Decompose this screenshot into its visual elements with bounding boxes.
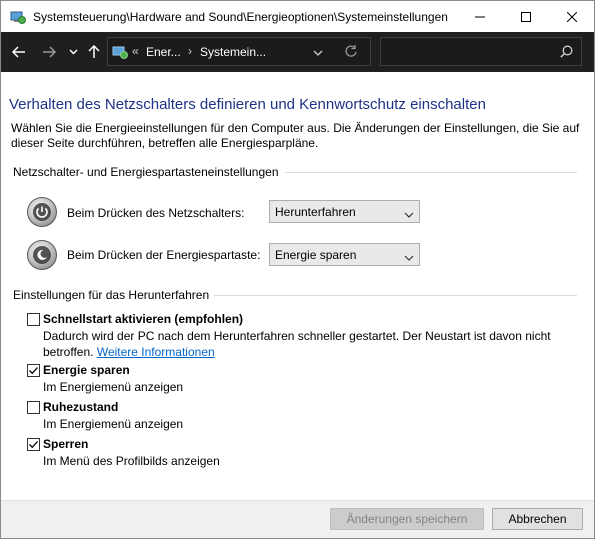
sleep-button-label: Beim Drücken der Energiespartaste: <box>67 248 261 262</box>
search-input[interactable] <box>380 37 582 66</box>
recent-locations-button[interactable] <box>66 40 80 64</box>
back-button[interactable] <box>8 40 30 64</box>
page-description: Wählen Sie die Energieeinstellungen für … <box>11 121 580 150</box>
save-changes-button[interactable]: Änderungen speichern <box>330 508 484 530</box>
window-title: Systemsteuerung\Hardware and Sound\Energ… <box>33 10 448 24</box>
section-divider <box>214 295 577 296</box>
sleep-button-icon <box>27 240 57 270</box>
chevron-down-icon <box>68 49 78 55</box>
lock-checkbox[interactable] <box>27 438 40 451</box>
section-title-power-buttons: Netzschalter- und Energiespartasteneinst… <box>13 165 279 179</box>
arrow-right-icon <box>43 46 56 58</box>
main-content: Verhalten des Netzschalters definieren u… <box>1 72 594 500</box>
fast-startup-label[interactable]: Schnellstart aktivieren (empfohlen) <box>43 312 243 326</box>
sleep-button-action-value: Energie sparen <box>275 248 357 262</box>
maximize-icon <box>521 12 531 22</box>
hibernate-checkbox[interactable] <box>27 401 40 414</box>
navigation-bar: « Ener... › Systemein... <box>0 32 595 72</box>
control-panel-icon <box>112 44 128 60</box>
sleep-menu-label[interactable]: Energie sparen <box>43 363 130 377</box>
lock-label[interactable]: Sperren <box>43 437 88 451</box>
sleep-menu-checkbox[interactable] <box>27 364 40 377</box>
power-button-action-select[interactable]: Herunterfahren <box>269 200 420 223</box>
section-title-shutdown: Einstellungen für das Herunterfahren <box>13 288 210 302</box>
control-panel-icon <box>10 9 26 25</box>
lock-description: Im Menü des Profilbilds anzeigen <box>43 454 220 468</box>
breadcrumb-overflow[interactable]: « <box>132 44 139 58</box>
minimize-icon <box>475 16 485 18</box>
power-button-action-value: Herunterfahren <box>275 205 356 219</box>
breadcrumb-systemeinstellungen[interactable]: Systemein... <box>200 45 266 59</box>
chevron-down-icon <box>404 208 414 222</box>
section-divider <box>285 172 577 173</box>
up-button[interactable] <box>84 40 104 64</box>
cancel-button[interactable]: Abbrechen <box>492 508 583 530</box>
forward-button[interactable] <box>38 40 60 64</box>
sleep-menu-description: Im Energiemenü anzeigen <box>43 380 184 394</box>
address-bar[interactable]: « Ener... › Systemein... <box>107 37 371 66</box>
power-button-icon <box>27 197 57 227</box>
checkmark-icon <box>29 441 38 449</box>
refresh-icon <box>345 45 357 57</box>
chevron-down-icon <box>313 50 323 56</box>
close-icon <box>567 12 577 22</box>
search-icon <box>560 45 573 61</box>
chevron-down-icon <box>404 251 414 265</box>
checkmark-icon <box>29 367 38 375</box>
title-bar: Systemsteuerung\Hardware and Sound\Energ… <box>0 0 595 32</box>
arrow-up-icon <box>88 45 100 58</box>
close-button[interactable] <box>549 1 595 33</box>
arrow-left-icon <box>12 46 25 58</box>
hibernate-description: Im Energiemenü anzeigen <box>43 417 184 431</box>
hibernate-label[interactable]: Ruhezustand <box>43 400 118 414</box>
sleep-button-action-select[interactable]: Energie sparen <box>269 243 420 266</box>
refresh-button[interactable] <box>344 44 358 61</box>
fast-startup-description: Dadurch wird der PC nach dem Herunterfah… <box>43 328 573 360</box>
footer-bar: Änderungen speichern Abbrechen <box>1 500 594 538</box>
page-title: Verhalten des Netzschalters definieren u… <box>9 96 486 113</box>
fast-startup-checkbox[interactable] <box>27 313 40 326</box>
address-dropdown-button[interactable] <box>313 46 323 60</box>
more-info-link[interactable]: Weitere Informationen <box>97 345 215 359</box>
power-button-label: Beim Drücken des Netzschalters: <box>67 206 245 220</box>
breadcrumb-separator: › <box>188 44 192 58</box>
minimize-button[interactable] <box>457 1 503 33</box>
breadcrumb-energieoptionen[interactable]: Ener... <box>146 45 181 59</box>
maximize-button[interactable] <box>503 1 549 33</box>
